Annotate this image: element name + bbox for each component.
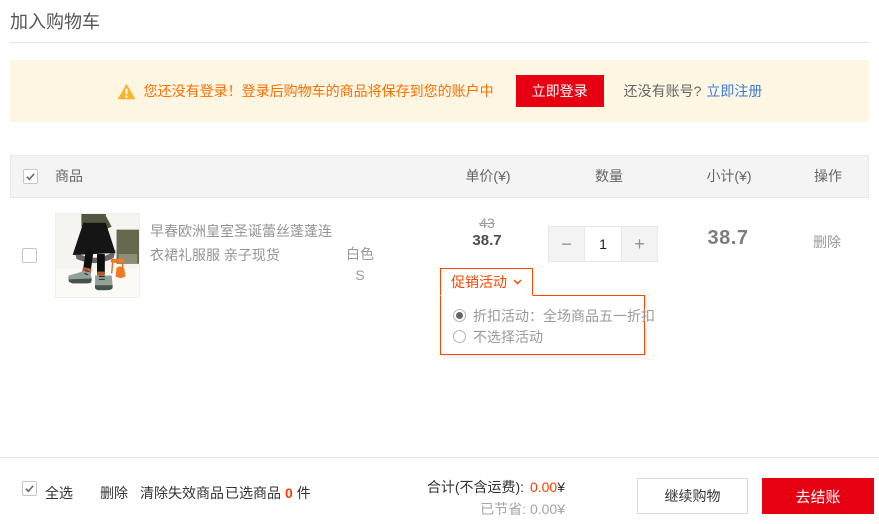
continue-shopping-button[interactable]: 继续购物 [637, 478, 748, 514]
chevron-down-icon [513, 279, 522, 285]
product-title-link[interactable]: 早春欧洲皇室圣诞蕾丝蓬蓬连衣裙礼服服 亲子现货 [150, 219, 338, 267]
promotion-option-label: 折扣活动：全场商品五一折扣 [473, 306, 655, 326]
saved-label: 已节省: [480, 501, 530, 517]
page-title: 加入购物车 [10, 8, 100, 34]
quantity-increase-button[interactable]: + [621, 227, 657, 261]
login-warning-banner: 您还没有登录！登录后购物车的商品将保存到您的账户中 立即登录 还没有账号? 立即… [10, 60, 869, 122]
cart-saved: 已节省: 0.00¥ [365, 499, 565, 519]
product-photo-child-dress [56, 214, 139, 297]
total-label: 合计(不含运费): [427, 479, 528, 495]
checkout-button[interactable]: 去结账 [762, 478, 874, 514]
shopping-cart-page: 加入购物车 您还没有登录！登录后购物车的商品将保存到您的账户中 立即登录 还没有… [0, 0, 879, 524]
current-price: 38.7 [437, 232, 537, 249]
radio-unselected-icon[interactable] [453, 330, 466, 343]
promotion-label: 促销活动 [451, 272, 507, 292]
select-all-header-checkbox[interactable] [23, 169, 38, 184]
no-account-text: 还没有账号? [624, 81, 702, 101]
selected-prefix: 已选商品 [225, 485, 281, 501]
register-now-link[interactable]: 立即注册 [706, 81, 762, 101]
unit-price-cell: 43 38.7 [437, 215, 537, 249]
header-quantity: 数量 [559, 156, 659, 197]
header-action: 操作 [793, 156, 863, 197]
check-icon [24, 483, 35, 494]
header-unit-price: 单价(¥) [438, 156, 538, 197]
product-sku: 白色 S [330, 244, 390, 286]
promotion-option-none[interactable]: 不选择活动 [453, 326, 644, 347]
product-color: 白色 [330, 244, 390, 265]
quantity-input[interactable] [585, 227, 621, 261]
promotion-option-discount[interactable]: 折扣活动：全场商品五一折扣 [453, 305, 644, 326]
cart-footer-bar: 全选 删除 清除失效商品 已选商品0件 合计(不含运费): 0.00¥ 已节省:… [0, 458, 879, 524]
promotion-option-label: 不选择活动 [473, 327, 543, 347]
cart-total: 合计(不含运费): 0.00¥ [365, 477, 565, 497]
selected-count-text: 已选商品0件 [225, 483, 311, 503]
header-product: 商品 [55, 156, 83, 197]
select-all-label[interactable]: 全选 [45, 483, 73, 503]
total-currency: ¥ [557, 479, 565, 495]
clear-invalid-items-link[interactable]: 清除失效商品 [140, 483, 224, 503]
item-subtotal: 38.7 [678, 227, 778, 250]
cart-table-header: 商品 单价(¥) 数量 小计(¥) 操作 [10, 155, 869, 198]
saved-value: 0.00¥ [530, 501, 565, 517]
check-icon [25, 171, 36, 182]
total-value: 0.00 [530, 479, 557, 495]
radio-selected-icon[interactable] [453, 309, 466, 322]
promotion-dropdown-toggle[interactable]: 促销活动 [440, 268, 533, 296]
quantity-stepper: − + [548, 226, 658, 262]
delete-selected-link[interactable]: 删除 [100, 483, 128, 503]
delete-item-link[interactable]: 删除 [792, 232, 862, 252]
selected-suffix: 件 [297, 485, 311, 501]
original-price: 43 [437, 215, 537, 231]
promotion-dropdown-panel: 折扣活动：全场商品五一折扣 不选择活动 [440, 295, 645, 355]
header-subtotal: 小计(¥) [679, 156, 779, 197]
login-warning-text: 您还没有登录！登录后购物车的商品将保存到您的账户中 [144, 81, 494, 101]
item-checkbox[interactable] [22, 248, 37, 263]
warning-triangle-icon [117, 83, 136, 100]
title-divider [10, 42, 869, 43]
product-size: S [330, 265, 390, 286]
select-all-footer-checkbox[interactable] [22, 481, 37, 496]
selected-count-badge: 0 [285, 485, 293, 501]
quantity-decrease-button[interactable]: − [549, 227, 585, 261]
login-now-button[interactable]: 立即登录 [516, 75, 604, 107]
product-thumbnail[interactable] [55, 213, 140, 298]
